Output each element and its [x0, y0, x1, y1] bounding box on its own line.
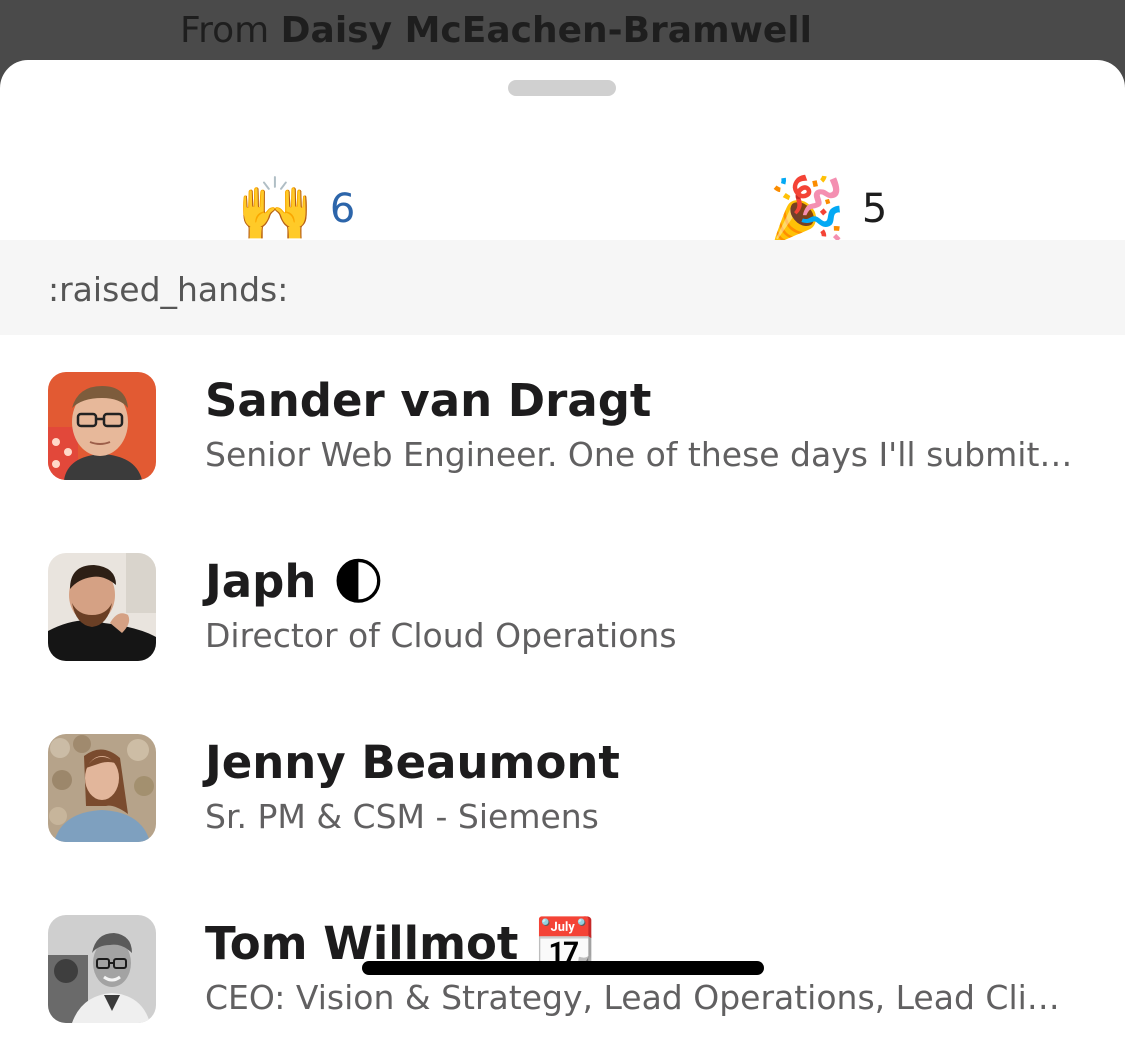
avatar [48, 734, 156, 842]
avatar [48, 915, 156, 1023]
tab-count: 6 [329, 186, 356, 232]
reactions-sheet: 🙌 6 🎉 5 :raised_hands: Sander van Dragt … [0, 60, 1125, 1062]
sheet-grabber-handle[interactable] [508, 80, 616, 96]
tab-count: 5 [861, 186, 888, 232]
list-item[interactable]: Sander van Dragt Senior Web Engineer. On… [0, 335, 1125, 515]
user-title: Senior Web Engineer. One of these days I… [205, 435, 1075, 474]
home-indicator-bar[interactable] [362, 961, 764, 975]
user-title: Sr. PM & CSM - Siemens [205, 797, 599, 836]
background-message-header: From Daisy McEachen-Bramwell [180, 10, 812, 51]
avatar [48, 553, 156, 661]
name-line: Sander van Dragt [205, 375, 651, 427]
from-label: From [180, 10, 270, 51]
name-line: Jenny Beaumont [205, 737, 620, 789]
party-popper-icon: 🎉 [768, 172, 846, 245]
app-screen: From Daisy McEachen-Bramwell 🙌 6 🎉 5 :ra… [0, 0, 1125, 1062]
section-header: :raised_hands: [0, 240, 1125, 335]
user-name: Sander van Dragt [205, 374, 652, 427]
user-name: Jenny Beaumont [205, 736, 620, 789]
user-title: CEO: Vision & Strategy, Lead Operations,… [205, 978, 1075, 1017]
list-item[interactable]: Jenny Beaumont Sr. PM & CSM - Siemens [0, 697, 1125, 877]
list-item[interactable]: Japh 🌓 Director of Cloud Operations [0, 516, 1125, 696]
avatar [48, 372, 156, 480]
sender-name: Daisy McEachen-Bramwell [280, 10, 812, 51]
name-line: Japh 🌓 [205, 556, 384, 608]
user-title: Director of Cloud Operations [205, 616, 677, 655]
user-name: Japh [205, 555, 317, 608]
moon-status-icon: 🌓 [332, 552, 385, 611]
section-label: :raised_hands: [48, 270, 289, 309]
raised-hands-icon: 🙌 [236, 172, 314, 245]
